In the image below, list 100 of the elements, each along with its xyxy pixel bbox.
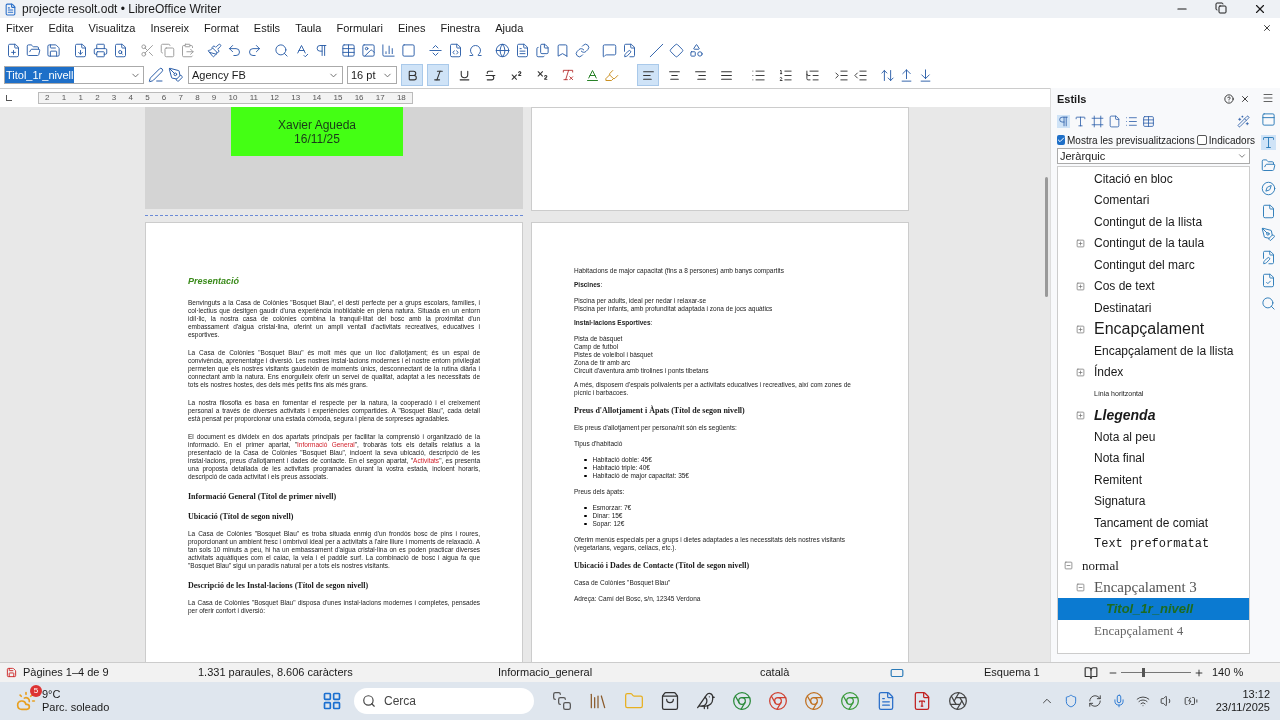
paragraph-style-field[interactable]: Titol_1r_nivell [4, 66, 144, 84]
track-changes-icon[interactable] [622, 42, 637, 58]
diamond-icon[interactable] [669, 42, 684, 58]
italic-button[interactable] [427, 64, 449, 86]
new-style-icon[interactable] [1237, 114, 1250, 128]
font-color-icon[interactable] [585, 67, 600, 83]
style-item[interactable]: Cos de text [1058, 275, 1249, 297]
store-icon[interactable] [660, 691, 680, 711]
menu-item[interactable]: Taula [295, 19, 322, 37]
menu-item[interactable]: Format [204, 19, 239, 37]
pdf-icon[interactable] [912, 691, 932, 711]
style-category-icon[interactable] [1074, 114, 1087, 128]
browser-icon[interactable] [804, 691, 824, 711]
print-preview-icon[interactable] [113, 42, 128, 58]
deck-tab-icon[interactable] [1260, 296, 1276, 311]
line-icon[interactable] [649, 42, 664, 58]
browser-icon[interactable] [768, 691, 788, 711]
expand-icon[interactable] [1076, 281, 1085, 291]
omega-icon[interactable] [468, 42, 483, 58]
style-category-icon[interactable] [1108, 114, 1121, 128]
books-icon[interactable] [588, 691, 608, 711]
indicators-checkbox[interactable] [1196, 135, 1207, 145]
cross-reference-icon[interactable] [575, 42, 590, 58]
indent-increase-icon[interactable] [834, 67, 849, 83]
shield-icon[interactable] [1063, 694, 1078, 708]
restore-icon[interactable] [1215, 2, 1227, 14]
align-left-button[interactable] [637, 64, 659, 86]
deck-tab-icon[interactable] [1260, 112, 1276, 127]
field-icon[interactable] [448, 42, 463, 58]
style-item[interactable]: Contingut del marc [1058, 254, 1249, 276]
style-item[interactable]: Encapçalament 3 [1058, 576, 1249, 598]
spellcheck-icon[interactable] [294, 42, 309, 58]
aperture-icon[interactable] [948, 691, 968, 711]
style-item[interactable]: Índex [1058, 361, 1249, 383]
image-icon[interactable] [361, 42, 376, 58]
style-item[interactable]: Encapçalament 4 [1058, 619, 1249, 641]
zoom-slider-thumb[interactable] [1142, 668, 1145, 677]
menu-item[interactable]: Edita [48, 19, 74, 37]
style-item[interactable]: Citació en bloc [1058, 168, 1249, 190]
expand-icon[interactable] [1076, 238, 1085, 248]
menu-icon[interactable] [1262, 92, 1274, 104]
scrollbar-thumb[interactable] [1044, 177, 1048, 297]
style-item[interactable]: Nota final [1058, 447, 1249, 469]
collapse-icon[interactable] [1076, 582, 1085, 592]
collapse-icon[interactable] [1064, 561, 1073, 571]
menu-item[interactable]: Visualitza [88, 19, 136, 37]
deck-tab-icon[interactable] [1260, 181, 1276, 196]
deck-tab-icon[interactable] [1260, 158, 1276, 173]
style-item[interactable]: Encapçalament de la llista [1058, 340, 1249, 362]
wifi-icon[interactable] [1135, 694, 1150, 708]
style-item[interactable]: Contingut de la taula [1058, 232, 1249, 254]
style-category-icon[interactable] [1125, 114, 1138, 128]
line-spacing-icon[interactable] [880, 67, 895, 83]
shapes-icon[interactable] [689, 42, 704, 58]
pdf-export-icon[interactable] [73, 42, 88, 58]
table-icon[interactable] [341, 42, 356, 58]
style-item[interactable]: Destinatari [1058, 297, 1249, 319]
outline-list-icon[interactable] [805, 67, 820, 83]
style-item[interactable]: Tancament de comiat [1058, 512, 1249, 534]
clear-formatting-icon[interactable] [561, 68, 575, 82]
page-break-icon[interactable] [428, 42, 443, 58]
endnote-icon[interactable] [535, 42, 550, 58]
style-item[interactable]: normal [1058, 555, 1249, 577]
indent-decrease-icon[interactable] [853, 67, 868, 83]
bookmark-icon[interactable] [555, 42, 570, 58]
menu-item[interactable]: Formulari [336, 19, 383, 37]
cut-icon[interactable] [140, 42, 155, 58]
find-replace-icon[interactable] [274, 42, 289, 58]
style-item[interactable]: Llegenda [1058, 404, 1249, 426]
expand-icon[interactable] [1076, 324, 1085, 334]
ruler[interactable]: 2 1 1 2 3 4 5 6 7 8 9 10 11 12 13 14 15 16 17 18 [38, 92, 413, 104]
style-category-icon[interactable] [1142, 114, 1155, 128]
new-style-icon[interactable] [168, 67, 184, 83]
deck-tab-icon[interactable] [1260, 250, 1276, 265]
weather-icon[interactable] [16, 691, 36, 711]
task-view-icon[interactable] [552, 691, 572, 711]
deck-tab-icon[interactable] [1260, 135, 1276, 150]
filter-dropdown[interactable]: Jeràrquic [1057, 148, 1250, 164]
style-item[interactable]: Remitent [1058, 469, 1249, 491]
style-item[interactable]: Encapçalament [1058, 318, 1249, 340]
chart-icon[interactable] [381, 42, 396, 58]
microphone-icon[interactable] [1111, 694, 1126, 708]
footnote-icon[interactable] [515, 42, 530, 58]
tab-stop-icon[interactable] [6, 95, 12, 101]
style-item[interactable]: Signatura [1058, 490, 1249, 512]
bullet-list-icon[interactable] [751, 67, 766, 83]
update-style-icon[interactable] [148, 67, 164, 83]
hyperlink-icon[interactable] [495, 42, 510, 58]
style-category-icon[interactable] [1091, 114, 1104, 128]
show-previews-checkbox[interactable] [1057, 135, 1065, 145]
folder-icon[interactable] [26, 42, 41, 58]
style-item[interactable]: Contingut de la llista [1058, 211, 1249, 233]
expand-icon[interactable] [1076, 367, 1085, 377]
numbered-list-icon[interactable] [778, 67, 793, 83]
highlighter-icon[interactable] [604, 67, 619, 83]
menu-item[interactable]: Insereix [150, 19, 189, 37]
battery-icon[interactable] [1183, 694, 1198, 708]
writer-icon[interactable] [876, 691, 896, 711]
paste-icon[interactable] [180, 42, 195, 58]
undo-icon[interactable] [227, 42, 242, 58]
